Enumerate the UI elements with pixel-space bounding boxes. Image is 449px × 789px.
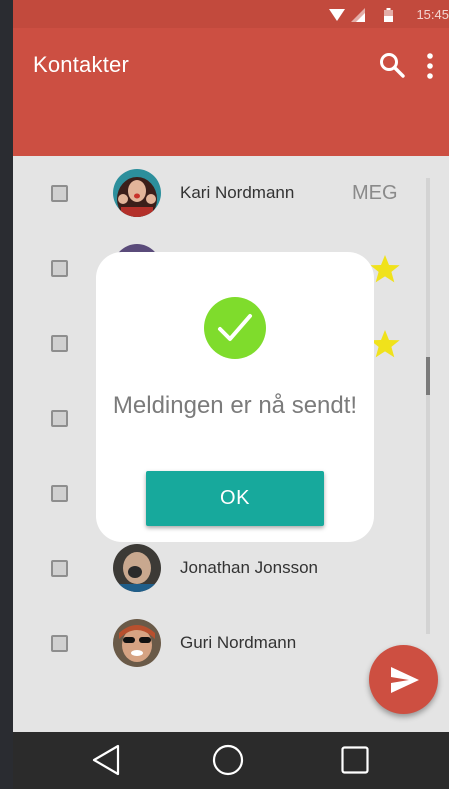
- back-icon[interactable]: [91, 744, 121, 776]
- scrollbar-thumb[interactable]: [426, 357, 430, 395]
- recent-apps-icon[interactable]: [341, 746, 369, 774]
- contact-checkbox[interactable]: [51, 335, 68, 352]
- contact-checkbox[interactable]: [51, 185, 68, 202]
- confirmation-dialog: Meldingen er nå sendt! OK: [96, 252, 374, 542]
- contact-row[interactable]: Jonathan Jonsson: [13, 531, 433, 606]
- success-badge: [204, 297, 266, 359]
- check-circle-icon: [218, 314, 252, 341]
- status-bar: 15:45: [13, 0, 449, 28]
- left-edge: [0, 0, 13, 789]
- more-vert-icon[interactable]: [423, 52, 437, 80]
- battery-icon: [384, 8, 393, 22]
- signal-icon: [351, 8, 365, 22]
- home-icon[interactable]: [212, 744, 244, 776]
- navigation-bar: [13, 732, 449, 789]
- contact-checkbox[interactable]: [51, 485, 68, 502]
- avatar: [113, 169, 161, 217]
- contact-name: Jonathan Jonsson: [180, 558, 318, 577]
- contact-row[interactable]: Kari Nordmann MEG: [13, 156, 433, 231]
- contact-checkbox[interactable]: [51, 560, 68, 577]
- search-icon[interactable]: [379, 52, 405, 78]
- contact-name: Kari Nordmann: [180, 183, 295, 202]
- me-badge: MEG: [352, 182, 398, 204]
- ok-button[interactable]: OK: [146, 471, 324, 526]
- contact-name: Guri Nordmann: [180, 633, 297, 652]
- app-bar: Kontakter: [13, 28, 449, 156]
- dialog-message: Meldingen er nå sendt!: [112, 392, 358, 419]
- scrollbar-track[interactable]: [426, 178, 430, 634]
- wifi-icon: [329, 9, 345, 21]
- avatar: [113, 619, 161, 667]
- app-title: Kontakter: [33, 52, 129, 77]
- contact-checkbox[interactable]: [51, 410, 68, 427]
- phone-screen: 15:45 Kontakter Kari Nordmann MEG Jonath…: [13, 0, 449, 789]
- contact-checkbox[interactable]: [51, 260, 68, 277]
- contact-checkbox[interactable]: [51, 635, 68, 652]
- status-time: 15:45: [416, 7, 449, 22]
- send-button[interactable]: [369, 645, 438, 714]
- avatar: [113, 544, 161, 592]
- send-icon: [391, 667, 419, 693]
